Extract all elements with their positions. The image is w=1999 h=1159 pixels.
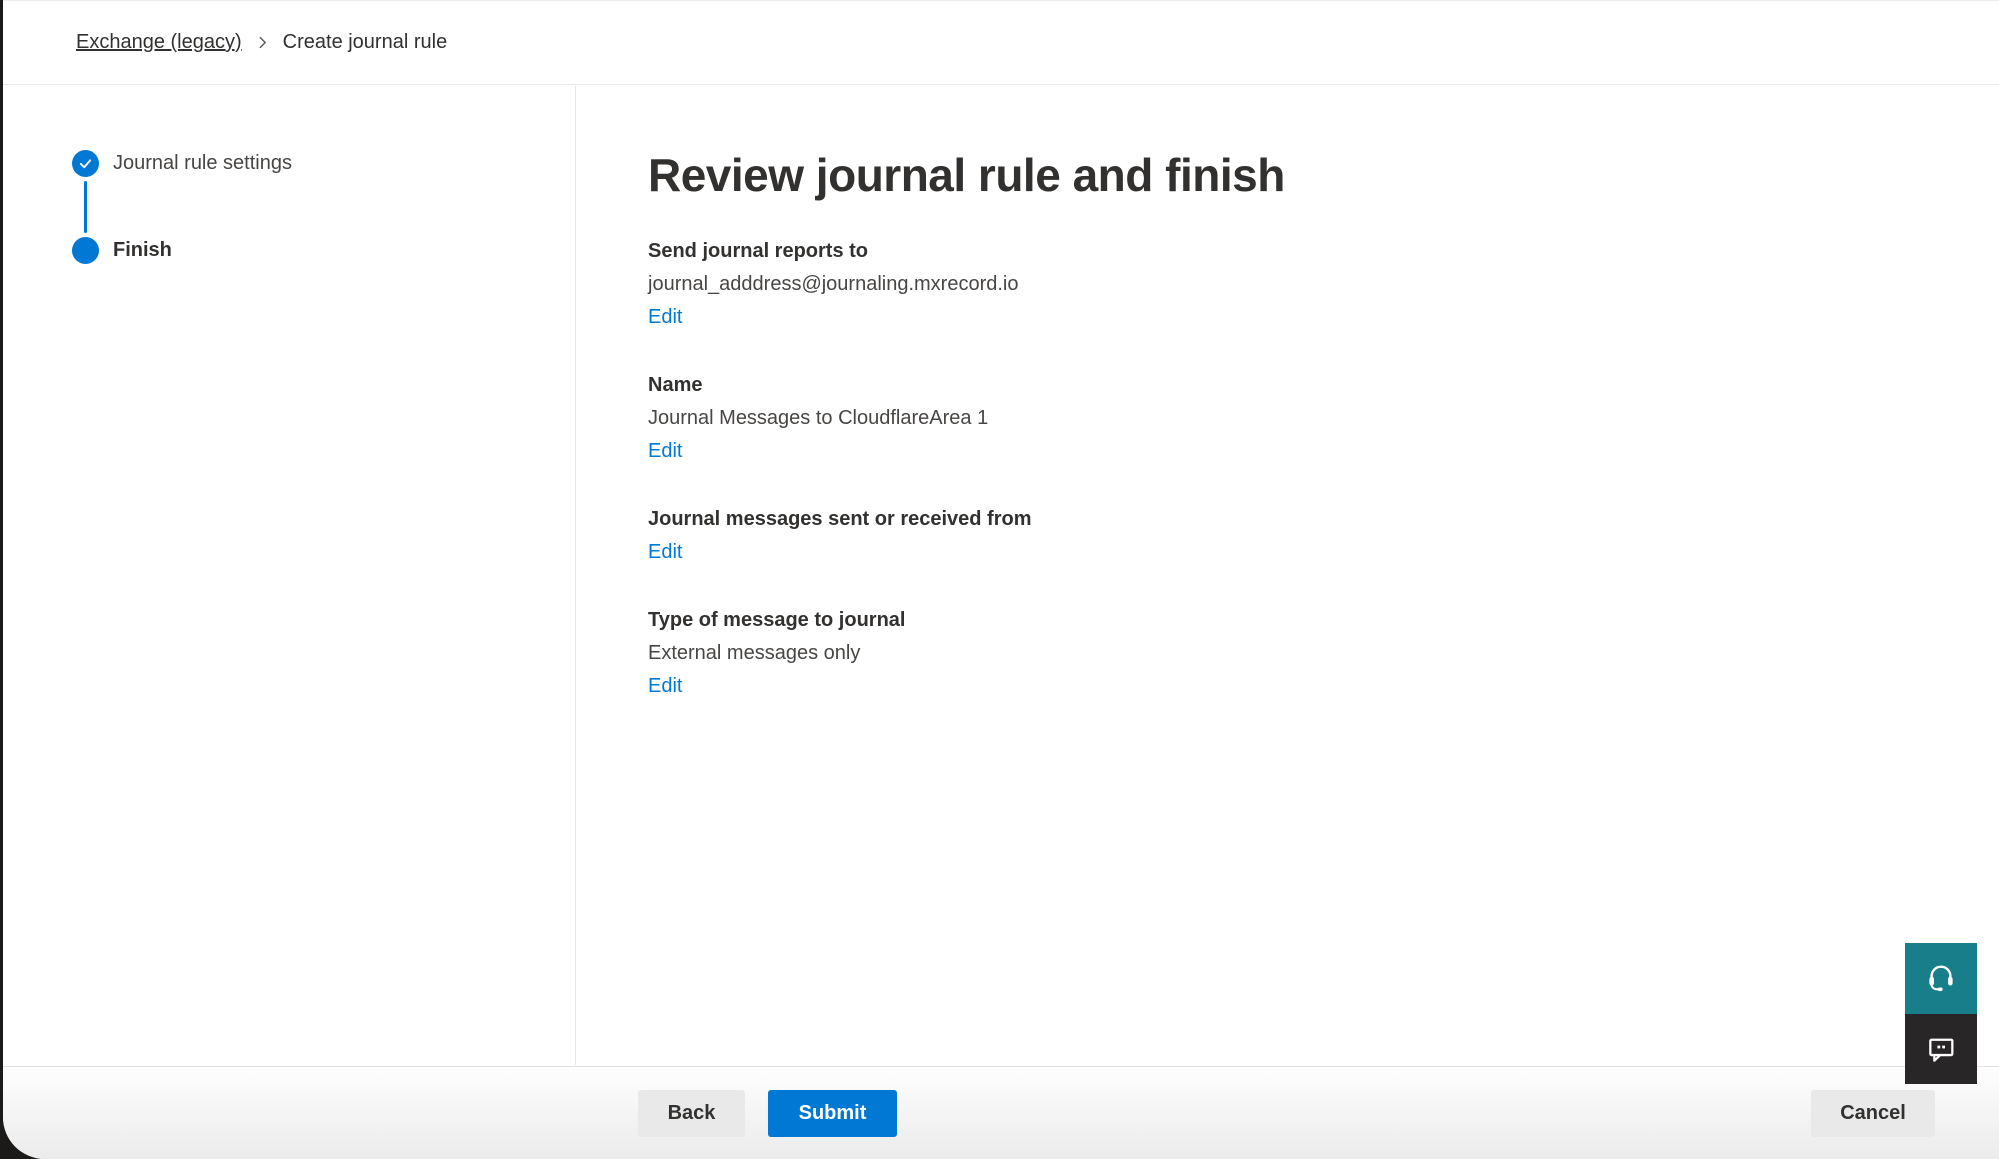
step-label: Journal rule settings	[113, 152, 292, 175]
filled-dot-icon	[72, 237, 99, 264]
step-connector-line	[84, 181, 87, 233]
help-button[interactable]	[1905, 943, 1977, 1014]
flyout-panel: Exchange (legacy) Create journal rule	[3, 0, 1999, 1159]
review-section-send-journal-reports-to: Send journal reports to journal_adddress…	[648, 235, 1939, 334]
review-pane: Review journal rule and finish Send jour…	[576, 86, 1999, 1065]
edit-link[interactable]: Edit	[648, 670, 682, 703]
checkmark-icon	[72, 150, 99, 177]
step-finish: Finish	[72, 237, 172, 264]
wizard-stepper: Journal rule settings Finish	[3, 86, 576, 1065]
cancel-button[interactable]: Cancel	[1811, 1090, 1935, 1137]
section-label: Send journal reports to	[648, 235, 1939, 268]
breadcrumb-link-exchange-legacy[interactable]: Exchange (legacy)	[76, 31, 242, 54]
headset-icon	[1925, 961, 1957, 996]
step-journal-rule-settings[interactable]: Journal rule settings	[72, 150, 292, 177]
feedback-button[interactable]	[1905, 1014, 1977, 1084]
chat-bubble-icon	[1925, 1032, 1957, 1067]
step-label: Finish	[113, 239, 172, 262]
section-label: Journal messages sent or received from	[648, 503, 1939, 536]
edit-link[interactable]: Edit	[648, 301, 682, 334]
page: Exchange (legacy) Create journal rule	[0, 0, 1999, 1159]
breadcrumb: Exchange (legacy) Create journal rule	[76, 31, 447, 54]
content-area: Journal rule settings Finish Review jour…	[3, 86, 1999, 1065]
section-value: External messages only	[648, 637, 1939, 670]
breadcrumb-current-page: Create journal rule	[283, 31, 448, 54]
back-button[interactable]: Back	[638, 1090, 745, 1137]
review-section-journal-messages-sent-or-received-from: Journal messages sent or received from E…	[648, 503, 1939, 569]
submit-button[interactable]: Submit	[768, 1090, 897, 1137]
section-label: Type of message to journal	[648, 604, 1939, 637]
section-value: journal_adddress@journaling.mxrecord.io	[648, 268, 1939, 301]
page-title: Review journal rule and finish	[648, 148, 1939, 202]
section-label: Name	[648, 369, 1939, 402]
edit-link[interactable]: Edit	[648, 435, 682, 468]
review-section-name: Name Journal Messages to CloudflareArea …	[648, 369, 1939, 468]
section-value: Journal Messages to CloudflareArea 1	[648, 402, 1939, 435]
edit-link[interactable]: Edit	[648, 536, 682, 569]
chevron-right-icon	[256, 36, 269, 49]
footer-action-bar: Back Submit Cancel	[3, 1066, 1999, 1159]
review-section-type-of-message-to-journal: Type of message to journal External mess…	[648, 604, 1939, 703]
header-bar: Exchange (legacy) Create journal rule	[3, 1, 1999, 85]
